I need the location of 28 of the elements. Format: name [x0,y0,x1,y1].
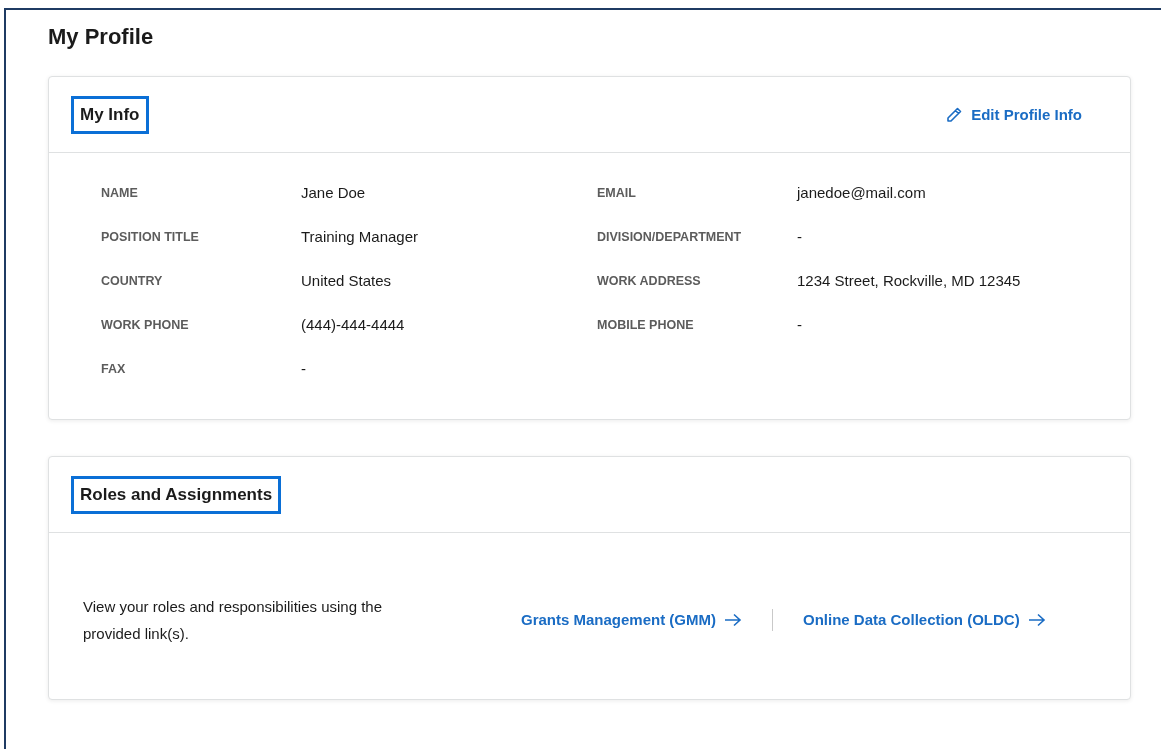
field-label: WORK ADDRESS [597,273,702,291]
field-value: 1234 Street, Rockville, MD 12345 [797,271,1022,292]
section-title: My Info [71,96,149,134]
field-value: - [797,227,803,248]
page-title: My Profile [48,24,155,51]
description-text: View your roles and responsibilities using the provided link(s). [83,597,384,645]
arrow-right-icon [724,613,742,628]
role-link[interactable]: Online Data Collection (OLDC) [803,609,1046,632]
arrow-right-icon [1027,613,1046,628]
field-value: Training Manager [301,227,419,248]
field-label: EMAIL [597,185,637,203]
field-label: NAME [101,185,139,203]
field-label: POSITION TITLE [101,229,200,247]
field-label: MOBILE PHONE [597,317,695,335]
field-value: Jane Doe [301,183,367,204]
field-value: (444)-444-4444 [301,315,406,336]
role-link[interactable]: Grants Management (GMM) [521,609,742,632]
field-label: FAX [101,361,127,379]
field-value: - [301,359,307,380]
pencil-icon [945,105,964,124]
field-value: janedoe@mail.com [797,183,927,204]
field-label: WORK PHONE [101,317,190,335]
field-label: COUNTRY [101,273,164,291]
field-value: - [797,315,803,336]
field-value: United States [301,271,393,292]
field-label: DIVISION/DEPARTMENT [597,229,743,247]
edit-profile-link[interactable]: Edit Profile Info [945,103,1082,127]
section-title: Roles and Assignments [71,476,282,514]
